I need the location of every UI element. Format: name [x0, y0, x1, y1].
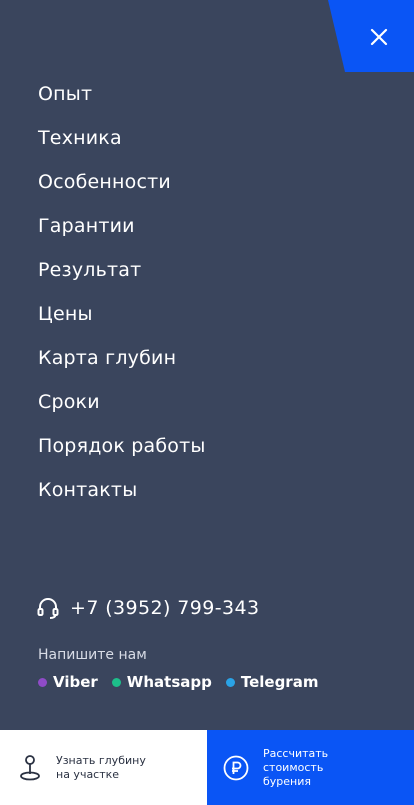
viber-dot-icon — [38, 677, 47, 687]
menu-item-kontakty[interactable]: Контакты — [38, 474, 206, 518]
menu-item-tseny[interactable]: Цены — [38, 298, 206, 342]
map-pin-icon — [20, 754, 40, 780]
menu-item-rezultat[interactable]: Результат — [38, 254, 206, 298]
phone-number: +7 (3952) 799-343 — [70, 597, 260, 619]
menu-item-tekhnika[interactable]: Техника — [38, 122, 206, 166]
phone-link[interactable]: +7 (3952) 799-343 — [36, 596, 259, 620]
mobile-menu-panel: Опыт Техника Особенности Гарантии Резуль… — [0, 0, 414, 730]
telegram-link[interactable]: Telegram — [225, 673, 319, 691]
messenger-links: Viber Whatsapp Telegram — [38, 673, 332, 691]
whatsapp-link[interactable]: Whatsapp — [111, 673, 212, 691]
depth-check-button[interactable]: Узнать глубину на участке — [0, 730, 207, 805]
close-button[interactable] — [328, 0, 414, 72]
telegram-label: Telegram — [240, 673, 319, 691]
depth-check-label: Узнать глубину на участке — [56, 753, 146, 781]
write-us-label: Напишите нам — [38, 647, 147, 663]
viber-link[interactable]: Viber — [38, 673, 98, 691]
menu-item-poryadok-raboty[interactable]: Порядок работы — [38, 430, 206, 474]
menu-item-karta-glubin[interactable]: Карта глубин — [38, 342, 206, 386]
headset-icon — [37, 598, 59, 619]
nav-menu: Опыт Техника Особенности Гарантии Резуль… — [38, 78, 206, 518]
viber-label: Viber — [53, 673, 98, 691]
ruble-icon — [223, 755, 249, 780]
calculate-cost-label: Рассчитать стоимость бурения — [263, 746, 329, 788]
menu-item-sroki[interactable]: Сроки — [38, 386, 206, 430]
telegram-dot-icon — [225, 677, 235, 687]
menu-item-opyt[interactable]: Опыт — [38, 78, 206, 122]
whatsapp-label: Whatsapp — [126, 673, 212, 691]
calculate-cost-button[interactable]: Рассчитать стоимость бурения — [207, 730, 414, 805]
menu-item-garantii[interactable]: Гарантии — [38, 210, 206, 254]
close-icon — [370, 28, 388, 46]
bottom-actions: Узнать глубину на участке Рассчитать сто… — [0, 730, 414, 805]
whatsapp-dot-icon — [111, 677, 121, 687]
menu-item-osobennosti[interactable]: Особенности — [38, 166, 206, 210]
